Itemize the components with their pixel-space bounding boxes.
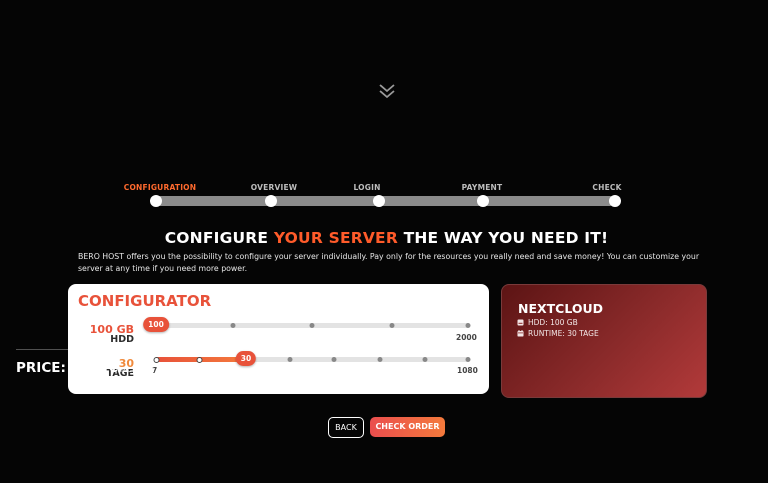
- hdd-slider[interactable]: 100: [143, 317, 471, 332]
- back-button[interactable]: BACK: [328, 417, 364, 438]
- price-text: PRICE: 1.00 €: [16, 360, 118, 376]
- summary-price: PRICE: 1.00 € INCL. VAT.: [16, 360, 155, 376]
- title-part-1: CONFIGURE: [164, 229, 274, 247]
- step-label-payment: PAYMENT: [461, 183, 503, 192]
- hdd-slider-tick: [309, 322, 315, 328]
- configurator-title: CONFIGURATOR: [78, 292, 212, 310]
- runtime-max-label: 1080: [457, 366, 478, 375]
- step-dot-configuration[interactable]: [150, 195, 162, 207]
- hdd-slider-tick: [230, 322, 236, 328]
- checkout-progress: CONFIGURATION OVERVIEW LOGIN PAYMENT CHE…: [0, 0, 768, 220]
- runtime-slider-tick: [465, 356, 471, 362]
- hdd-slider-handle[interactable]: 100: [143, 317, 169, 332]
- configurator-card: CONFIGURATOR 100 GB HDD 100 2000 30 TAGE…: [68, 284, 489, 394]
- title-highlight: YOUR SERVER: [273, 229, 398, 247]
- price-vat-note: INCL. VAT.: [119, 366, 155, 374]
- runtime-slider[interactable]: 30: [153, 351, 471, 366]
- hdd-max-label: 2000: [456, 333, 477, 342]
- step-dot-overview[interactable]: [265, 195, 277, 207]
- step-dot-check[interactable]: [609, 195, 621, 207]
- runtime-slider-tick: [422, 356, 428, 362]
- summary-runtime-text: RUNTIME: 30 TAGE: [528, 329, 599, 338]
- step-label-check: CHECK: [592, 183, 622, 192]
- runtime-slider-tick: [377, 356, 383, 362]
- order-summary-card: NEXTCLOUD: [501, 284, 707, 398]
- summary-runtime-line: RUNTIME: 30 TAGE: [517, 329, 599, 338]
- step-label-overview: OVERVIEW: [250, 183, 298, 192]
- summary-hdd-text: HDD: 100 GB: [528, 318, 578, 327]
- summary-divider: [16, 349, 189, 350]
- page-description: BERO HOST offers you the possibility to …: [78, 252, 700, 273]
- step-label-login: LOGIN: [353, 183, 381, 192]
- hdd-slider-tick: [465, 322, 471, 328]
- step-dot-login[interactable]: [373, 195, 385, 207]
- runtime-slider-tick: [287, 356, 293, 362]
- calendar-icon: [517, 330, 524, 337]
- hdd-unit: HDD: [110, 334, 134, 345]
- page-title: CONFIGURE YOUR SERVER THE WAY YOU NEED I…: [0, 229, 768, 247]
- hdd-icon: [517, 319, 524, 326]
- hdd-slider-tick: [389, 322, 395, 328]
- runtime-slider-tick: [331, 356, 337, 362]
- summary-product-title: NEXTCLOUD: [518, 301, 604, 316]
- title-part-2: THE WAY YOU NEED IT!: [397, 229, 609, 247]
- step-dot-payment[interactable]: [477, 195, 489, 207]
- summary-hdd-line: HDD: 100 GB: [517, 318, 578, 327]
- runtime-slider-handle[interactable]: 30: [235, 351, 257, 366]
- hdd-label: 100 GB HDD: [74, 324, 134, 345]
- progress-track: [155, 196, 615, 206]
- check-order-button[interactable]: CHECK ORDER: [370, 417, 445, 437]
- step-label-configuration: CONFIGURATION: [123, 183, 197, 192]
- runtime-slider-tick: [196, 356, 203, 363]
